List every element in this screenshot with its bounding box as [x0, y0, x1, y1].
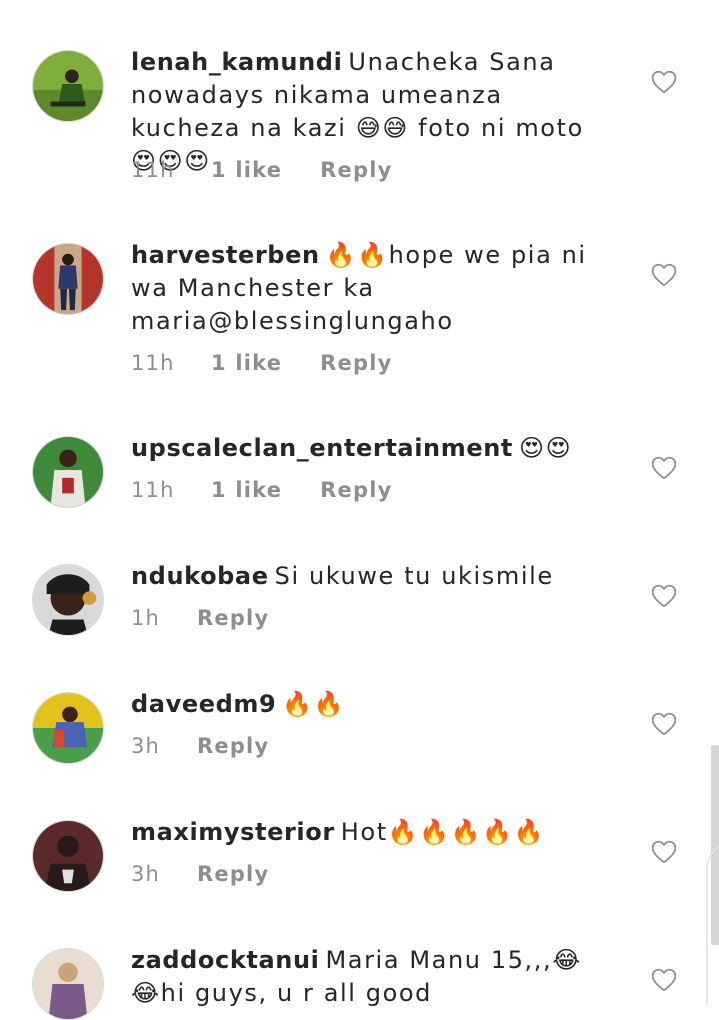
avatar-image — [33, 244, 103, 314]
heart-outline-icon[interactable] — [651, 456, 677, 480]
comment-text: Hot🔥🔥🔥🔥🔥 — [340, 818, 546, 846]
comment-username[interactable]: daveedm9 — [131, 690, 276, 718]
comment-meta: 3h Reply — [131, 862, 269, 886]
comment-time: 11h — [131, 351, 175, 375]
comment-meta: 1h Reply — [131, 606, 269, 630]
comment-time: 11h — [131, 158, 175, 182]
avatar-image — [33, 565, 103, 635]
reply-button[interactable]: Reply — [197, 606, 269, 630]
avatar[interactable] — [32, 436, 104, 508]
reply-button[interactable]: Reply — [197, 862, 269, 886]
reply-button[interactable]: Reply — [197, 734, 269, 758]
comment-body: daveedm9 🔥🔥 — [131, 688, 601, 721]
comment-username[interactable]: harvesterben — [131, 241, 320, 269]
comment-text: 😍😍 — [518, 434, 573, 462]
heart-outline-icon[interactable] — [651, 70, 677, 94]
avatar-image — [33, 51, 103, 121]
comment-username[interactable]: upscaleclan_entertainment — [131, 434, 513, 462]
comment-likes[interactable]: 1 like — [211, 478, 282, 502]
comment-time: 1h — [131, 606, 161, 630]
avatar-image — [33, 949, 103, 1019]
comment-body: zaddocktanui Maria Manu 15,,,😂😂hi guys, u… — [131, 944, 601, 1010]
comment-username[interactable]: lenah_kamundi — [131, 48, 342, 76]
avatar[interactable] — [32, 564, 104, 636]
comment-time: 11h — [131, 478, 175, 502]
heart-outline-icon[interactable] — [651, 584, 677, 608]
reply-button[interactable]: Reply — [320, 478, 392, 502]
comment-meta: 3h Reply — [131, 734, 269, 758]
comment-body: maximysterior Hot🔥🔥🔥🔥🔥 — [131, 816, 601, 849]
reply-button[interactable]: Reply — [320, 158, 392, 182]
avatar-image — [33, 437, 103, 507]
comment-likes[interactable]: 1 like — [211, 158, 282, 182]
heart-outline-icon[interactable] — [651, 712, 677, 736]
comment-text: 🔥🔥 — [282, 690, 346, 718]
heart-outline-icon[interactable] — [651, 263, 677, 287]
heart-outline-icon[interactable] — [651, 840, 677, 864]
comment-username[interactable]: maximysterior — [131, 818, 335, 846]
comment-body: harvesterben 🔥🔥hope we pia ni wa Manchest… — [131, 239, 601, 338]
comment-meta: 11h 1 like Reply — [131, 478, 393, 502]
avatar-image — [33, 821, 103, 891]
avatar[interactable] — [32, 692, 104, 764]
reply-button[interactable]: Reply — [320, 351, 392, 375]
avatar[interactable] — [32, 243, 104, 315]
heart-outline-icon[interactable] — [651, 968, 677, 992]
avatar[interactable] — [32, 820, 104, 892]
comment-likes[interactable]: 1 like — [211, 351, 282, 375]
screen-edge-decoration — [706, 840, 719, 1005]
comment-meta: 11h 1 like Reply — [131, 351, 393, 375]
comment-body: ndukobae Si ukuwe tu ukismile — [131, 560, 601, 593]
comment-text: Si ukuwe tu ukismile — [274, 562, 554, 590]
comment-meta: 11h 1 like Reply — [131, 158, 393, 182]
avatar[interactable] — [32, 50, 104, 122]
comment-username[interactable]: zaddocktanui — [131, 946, 319, 974]
comment-time: 3h — [131, 862, 161, 886]
comment-time: 3h — [131, 734, 161, 758]
comment-username[interactable]: ndukobae — [131, 562, 269, 590]
avatar-image — [33, 693, 103, 763]
avatar[interactable] — [32, 948, 104, 1020]
comment-body: upscaleclan_entertainment 😍😍 — [131, 432, 601, 465]
